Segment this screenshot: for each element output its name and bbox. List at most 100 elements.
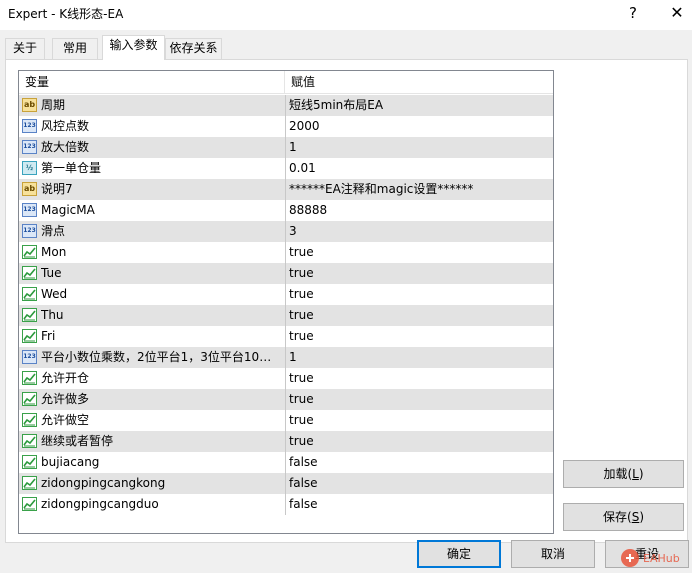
boolean-param-icon — [22, 434, 37, 448]
param-value[interactable]: 88888 — [289, 200, 327, 221]
tab-strip: 关于 常用 输入参数 依存关系 — [0, 30, 692, 60]
table-row[interactable]: ½ 第一单仓量 0.01 — [19, 158, 553, 179]
boolean-param-icon — [22, 392, 37, 406]
close-icon[interactable]: ✕ — [666, 2, 688, 24]
table-row[interactable]: 123 MagicMA 88888 — [19, 200, 553, 221]
param-value[interactable]: 3 — [289, 221, 297, 242]
table-row[interactable]: Tue true — [19, 263, 553, 284]
table-row[interactable]: ab 说明7 ******EA注释和magic设置****** — [19, 179, 553, 200]
cell-divider — [285, 431, 286, 452]
help-icon[interactable]: ? — [625, 2, 641, 24]
table-row[interactable]: 允许做多 true — [19, 389, 553, 410]
boolean-param-icon — [22, 455, 37, 469]
table-row[interactable]: Fri true — [19, 326, 553, 347]
save-button[interactable]: 保存(S) — [563, 503, 684, 531]
integer-param-icon: 123 — [22, 224, 37, 238]
grid-header: 变量 赋值 — [19, 71, 553, 94]
param-value[interactable]: 0.01 — [289, 158, 316, 179]
param-value[interactable]: false — [289, 452, 318, 473]
param-name: 风控点数 — [41, 119, 90, 133]
table-row[interactable]: 允许做空 true — [19, 410, 553, 431]
table-row[interactable]: Wed true — [19, 284, 553, 305]
tab-inputs[interactable]: 输入参数 — [102, 35, 165, 60]
param-name: Wed — [41, 287, 68, 301]
cell-divider — [285, 368, 286, 389]
table-row[interactable]: ab 周期 短线5min布局EA — [19, 95, 553, 116]
param-name: 继续或者暂停 — [41, 434, 114, 448]
param-value[interactable]: true — [289, 410, 314, 431]
table-row[interactable]: zidongpingcangkong false — [19, 473, 553, 494]
tab-dependencies[interactable]: 依存关系 — [165, 38, 222, 59]
cell-divider — [285, 452, 286, 473]
param-name: 说明7 — [41, 182, 73, 196]
param-value[interactable]: true — [289, 389, 314, 410]
table-row[interactable]: bujiacang false — [19, 452, 553, 473]
cell-divider — [285, 410, 286, 431]
cell-divider — [285, 326, 286, 347]
param-name: 允许开仓 — [41, 371, 90, 385]
ok-button[interactable]: 确定 — [417, 540, 501, 568]
cell-divider — [285, 263, 286, 284]
param-value[interactable]: false — [289, 473, 318, 494]
param-value[interactable]: true — [289, 326, 314, 347]
param-value[interactable]: true — [289, 284, 314, 305]
integer-param-icon: 123 — [22, 203, 37, 217]
integer-param-icon: 123 — [22, 140, 37, 154]
string-param-icon: ab — [22, 98, 37, 112]
column-header-variable[interactable]: 变量 — [19, 71, 284, 94]
param-value[interactable]: true — [289, 368, 314, 389]
param-value[interactable]: 1 — [289, 347, 297, 368]
integer-param-icon: 123 — [22, 119, 37, 133]
tab-about[interactable]: 关于 — [5, 38, 45, 59]
load-label-close: ) — [638, 467, 644, 481]
param-value[interactable]: true — [289, 431, 314, 452]
param-value[interactable]: true — [289, 242, 314, 263]
boolean-param-icon — [22, 476, 37, 490]
cell-divider — [285, 242, 286, 263]
load-accelerator: L — [632, 467, 639, 481]
tab-common[interactable]: 常用 — [52, 38, 98, 59]
param-name: 允许做空 — [41, 413, 90, 427]
save-label-close: ) — [639, 510, 644, 524]
cell-divider — [285, 116, 286, 137]
string-param-icon: ab — [22, 182, 37, 196]
title-bar: Expert - K线形态-EA ? ✕ — [0, 0, 692, 30]
cell-divider — [285, 494, 286, 515]
param-name: bujiacang — [41, 455, 100, 469]
table-row[interactable]: Mon true — [19, 242, 553, 263]
table-row[interactable]: 允许开仓 true — [19, 368, 553, 389]
table-row[interactable]: 123 风控点数 2000 — [19, 116, 553, 137]
window-title: Expert - K线形态-EA — [8, 7, 124, 21]
table-row[interactable]: zidongpingcangduo false — [19, 494, 553, 515]
table-row[interactable]: 123 放大倍数 1 — [19, 137, 553, 158]
param-value[interactable]: ******EA注释和magic设置****** — [289, 179, 473, 200]
param-name: Tue — [41, 266, 62, 280]
param-value[interactable]: 短线5min布局EA — [289, 95, 383, 116]
load-button[interactable]: 加载(L) — [563, 460, 684, 488]
cell-divider — [285, 305, 286, 326]
table-row[interactable]: 继续或者暂停 true — [19, 431, 553, 452]
cell-divider — [285, 221, 286, 242]
param-value[interactable]: 1 — [289, 137, 297, 158]
cell-divider — [285, 284, 286, 305]
param-value[interactable]: true — [289, 263, 314, 284]
double-param-icon: ½ — [22, 161, 37, 175]
param-value[interactable]: 2000 — [289, 116, 320, 137]
boolean-param-icon — [22, 266, 37, 280]
cell-divider — [285, 137, 286, 158]
cell-divider — [285, 473, 286, 494]
column-header-value[interactable]: 赋值 — [285, 71, 553, 94]
cell-divider — [285, 389, 286, 410]
eahub-watermark-logo: EAHub — [621, 549, 680, 567]
param-name: Thu — [41, 308, 64, 322]
param-value[interactable]: false — [289, 494, 318, 515]
param-value[interactable]: true — [289, 305, 314, 326]
cancel-button[interactable]: 取消 — [511, 540, 595, 568]
table-row[interactable]: 123 平台小数位乘数，2位平台1，3位平台10（?... 1 — [19, 347, 553, 368]
parameters-grid[interactable]: 变量 赋值 ab 周期 短线5min布局EA 123 风控点数 2000 123 放大倍数 1 ½… — [18, 70, 554, 534]
cell-divider — [285, 347, 286, 368]
param-name: 周期 — [41, 98, 66, 112]
cell-divider — [285, 179, 286, 200]
table-row[interactable]: Thu true — [19, 305, 553, 326]
table-row[interactable]: 123 滑点 3 — [19, 221, 553, 242]
